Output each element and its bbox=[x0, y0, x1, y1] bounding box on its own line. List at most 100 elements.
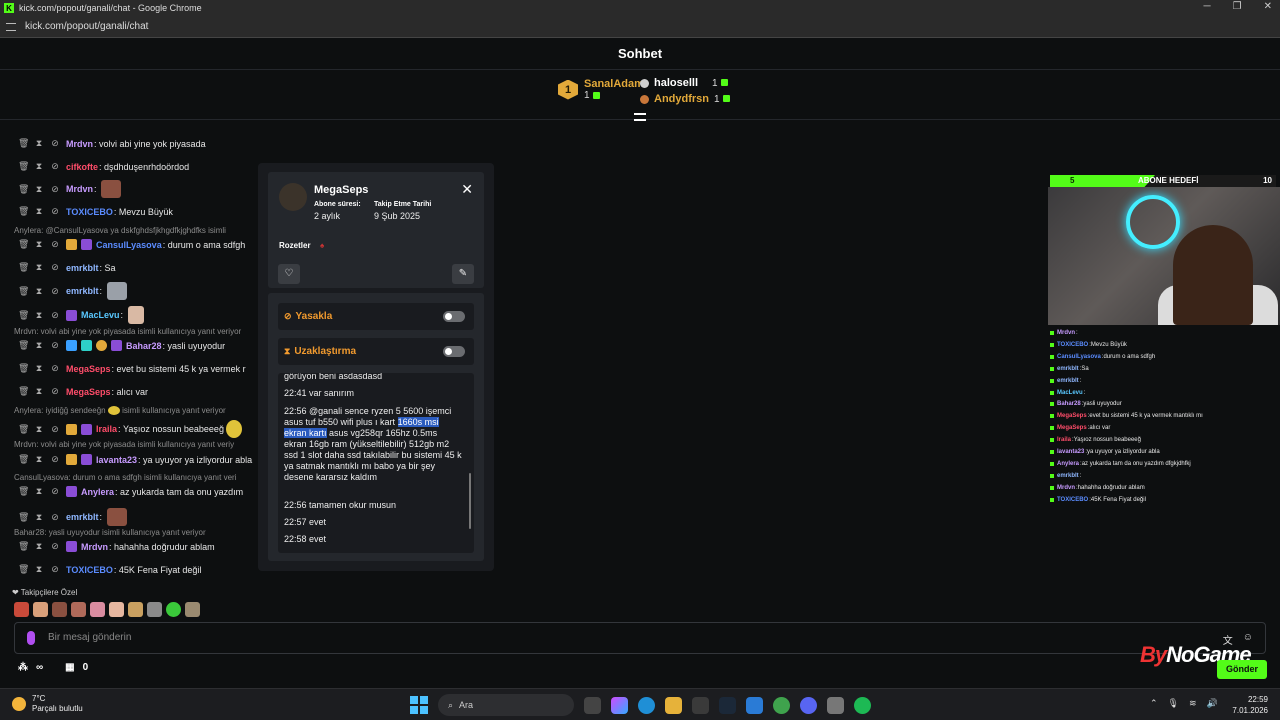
start-icon[interactable] bbox=[410, 696, 428, 714]
message-username[interactable]: emrkblt bbox=[66, 512, 99, 522]
delete-icon[interactable]: 🗑 bbox=[18, 340, 29, 351]
ban-icon[interactable]: ⊘ bbox=[50, 512, 60, 523]
avatar[interactable] bbox=[279, 183, 307, 211]
delete-icon[interactable]: 🗑 bbox=[18, 161, 29, 172]
collapse-leaderboard-icon[interactable] bbox=[634, 113, 646, 121]
emote-button[interactable] bbox=[71, 602, 86, 617]
delete-icon[interactable]: 🗑 bbox=[18, 386, 29, 397]
timeout-icon[interactable]: ⧗ bbox=[34, 262, 44, 273]
delete-icon[interactable]: 🗑 bbox=[18, 138, 29, 149]
steam-icon[interactable] bbox=[719, 696, 736, 714]
timeout-icon[interactable]: ⧗ bbox=[34, 564, 44, 575]
chevron-up-icon[interactable]: ⌃ bbox=[1150, 698, 1158, 709]
scrollbar[interactable] bbox=[469, 473, 471, 529]
emote-button[interactable] bbox=[128, 602, 143, 617]
chat-message[interactable]: 🗑 ⧗ ⊘ emrkblt: bbox=[18, 508, 127, 526]
ban-icon[interactable]: ⊘ bbox=[50, 286, 60, 297]
emote-button[interactable] bbox=[14, 602, 29, 617]
reply-context[interactable]: Anylera: @CansulLyasova ya dskfghdsfjkhg… bbox=[14, 226, 226, 235]
message-username[interactable]: Bahar28 bbox=[126, 341, 162, 351]
heart-button[interactable]: ♡ bbox=[278, 264, 300, 284]
delete-icon[interactable]: 🗑 bbox=[18, 286, 29, 297]
ban-icon[interactable]: ⊘ bbox=[50, 340, 60, 351]
chat-message[interactable]: 🗑 ⧗ ⊘ MegaSeps: alıcı var bbox=[18, 386, 148, 397]
leaderboard-item[interactable]: Andydfrsn 1 bbox=[640, 93, 730, 105]
mic-tray-icon[interactable]: 🎙 bbox=[1168, 698, 1179, 709]
chrome-icon[interactable] bbox=[773, 696, 790, 714]
close-window-icon[interactable]: ✕ bbox=[1264, 1, 1272, 12]
edge-icon[interactable] bbox=[638, 696, 655, 714]
delete-icon[interactable]: 🗑 bbox=[18, 239, 29, 250]
emote-button[interactable] bbox=[147, 602, 162, 617]
chat-message[interactable]: 🗑 ⧗ ⊘ emrkblt: bbox=[18, 282, 127, 300]
task-view-icon[interactable] bbox=[584, 696, 601, 714]
chat-message[interactable]: 🗑 ⧗ ⊘ MegaSeps: evet bu sistemi 45 k ya ve… bbox=[18, 363, 246, 374]
ban-icon[interactable]: ⊘ bbox=[50, 138, 60, 149]
timeout-icon[interactable]: ⧗ bbox=[34, 206, 44, 217]
timeout-icon[interactable]: ⧗ bbox=[34, 138, 44, 149]
close-icon[interactable]: ✕ bbox=[461, 181, 473, 198]
message-username[interactable]: MacLevu bbox=[81, 310, 120, 320]
file-explorer-icon[interactable] bbox=[665, 696, 682, 714]
chat-message[interactable]: 🗑 ⧗ ⊘ Mrdvn: bbox=[18, 180, 122, 198]
delete-icon[interactable]: 🗑 bbox=[18, 424, 29, 435]
message-username[interactable]: Iraila bbox=[96, 424, 117, 434]
delete-icon[interactable]: 🗑 bbox=[18, 262, 29, 273]
ban-icon[interactable]: ⊘ bbox=[50, 363, 60, 374]
delete-icon[interactable]: 🗑 bbox=[18, 541, 29, 552]
message-username[interactable]: cifkofte bbox=[66, 162, 98, 172]
emote-button[interactable] bbox=[109, 602, 124, 617]
timeout-icon[interactable]: ⧗ bbox=[34, 161, 44, 172]
leaderboard-item[interactable]: haloselll 1 bbox=[640, 77, 728, 89]
mod-tools-button[interactable]: ✎ bbox=[452, 264, 474, 284]
discord-icon[interactable] bbox=[800, 696, 817, 714]
ban-icon[interactable]: ⊘ bbox=[50, 424, 60, 435]
timeout-icon[interactable]: ⧗ bbox=[34, 424, 44, 435]
ban-icon[interactable]: ⊘ bbox=[50, 262, 60, 273]
message-username[interactable]: MegaSeps bbox=[66, 364, 111, 374]
maximize-icon[interactable]: ❐ bbox=[1233, 1, 1242, 12]
reply-context[interactable]: Anylera: iyidiğğ sendeeğn isimli kullanı… bbox=[14, 406, 226, 416]
delete-icon[interactable]: 🗑 bbox=[18, 564, 29, 575]
timeout-toggle-row[interactable]: ⧗ Uzaklaştırma bbox=[278, 338, 474, 365]
message-username[interactable]: Anylera bbox=[81, 487, 114, 497]
emote-button[interactable] bbox=[52, 602, 67, 617]
timeout-icon[interactable]: ⧗ bbox=[34, 310, 44, 321]
ban-icon[interactable]: ⊘ bbox=[50, 564, 60, 575]
chat-message[interactable]: 🗑 ⧗ ⊘ MacLevu: bbox=[18, 306, 144, 324]
timeout-switch[interactable] bbox=[443, 346, 465, 357]
volume-icon[interactable]: 🔊 bbox=[1207, 698, 1218, 709]
community-icon[interactable]: ⁂ bbox=[18, 662, 28, 673]
address-bar[interactable]: kick.com/popout/ganali/chat bbox=[0, 16, 1280, 38]
delete-icon[interactable]: 🗑 bbox=[18, 184, 29, 195]
ban-icon[interactable]: ⊘ bbox=[50, 206, 60, 217]
timeout-icon[interactable]: ⧗ bbox=[34, 363, 44, 374]
chat-message[interactable]: 🗑 ⧗ ⊘ lavanta23: ya uyuyor ya izliyordur a… bbox=[18, 454, 252, 465]
message-username[interactable]: TOXICEBO bbox=[66, 565, 113, 575]
timeout-icon[interactable]: ⧗ bbox=[34, 386, 44, 397]
chat-message[interactable]: 🗑 ⧗ ⊘ Bahar28: yasli uyuyodur bbox=[18, 340, 225, 351]
timeout-icon[interactable]: ⧗ bbox=[34, 541, 44, 552]
timeout-icon[interactable]: ⧗ bbox=[34, 454, 44, 465]
message-username[interactable]: Mrdvn bbox=[66, 139, 93, 149]
chat-message[interactable]: 🗑 ⧗ ⊘ cifkofte: dşdhduşenrhdoördod bbox=[18, 161, 189, 172]
message-username[interactable]: Mrdvn bbox=[81, 542, 108, 552]
chat-input[interactable]: Bir mesaj gönderin 文 ☺ bbox=[14, 622, 1266, 654]
ban-switch[interactable] bbox=[443, 311, 465, 322]
chat-message[interactable]: 🗑 ⧗ ⊘ Mrdvn: hahahha doğrudur ablam bbox=[18, 541, 215, 552]
ban-icon[interactable]: ⊘ bbox=[50, 386, 60, 397]
ban-icon[interactable]: ⊘ bbox=[50, 486, 60, 497]
copilot-icon[interactable] bbox=[611, 696, 628, 714]
store-icon[interactable] bbox=[692, 696, 709, 714]
ban-icon[interactable]: ⊘ bbox=[50, 541, 60, 552]
delete-icon[interactable]: 🗑 bbox=[18, 363, 29, 374]
ban-icon[interactable]: ⊘ bbox=[50, 454, 60, 465]
minimize-icon[interactable]: ─ bbox=[1204, 1, 1211, 12]
reply-context[interactable]: Mrdvn: volvi abi yine yok piyasada isiml… bbox=[14, 327, 241, 336]
emote-button[interactable] bbox=[185, 602, 200, 617]
wifi-icon[interactable]: ≋ bbox=[1189, 698, 1197, 709]
emote-button[interactable] bbox=[90, 602, 105, 617]
delete-icon[interactable]: 🗑 bbox=[18, 512, 29, 523]
ban-icon[interactable]: ⊘ bbox=[50, 184, 60, 195]
message-username[interactable]: CansulLyasova bbox=[96, 240, 162, 250]
